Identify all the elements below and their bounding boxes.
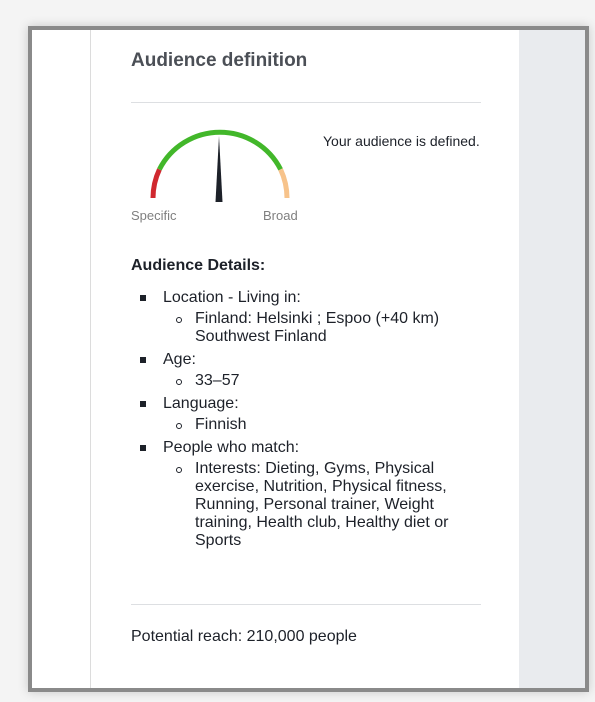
detail-location: Location - Living in: — [131, 288, 491, 308]
gauge-broad-segment — [278, 168, 290, 199]
gauge-label-broad: Broad — [263, 208, 298, 223]
gauge-specific-segment — [150, 168, 162, 199]
window-frame: Audience definition Specific Broad Your … — [28, 26, 589, 692]
gauge-label-specific: Specific — [131, 208, 177, 223]
detail-people-match: People who match: — [131, 438, 491, 458]
panel-title: Audience definition — [131, 50, 308, 71]
detail-age-value: 33–57 — [131, 372, 491, 390]
audience-status-text: Your audience is defined. — [323, 133, 480, 149]
right-sidebar — [515, 30, 585, 688]
audience-details-list: Location - Living in: Finland: Helsinki … — [131, 288, 491, 554]
detail-interests-value: Interests: Dieting, Gyms, Physical exerc… — [131, 460, 491, 550]
detail-language-value: Finnish — [131, 416, 491, 434]
detail-location-value: Finland: Helsinki ; Espoo (+40 km) South… — [131, 310, 491, 346]
left-sidebar — [32, 30, 91, 688]
title-divider — [131, 102, 481, 103]
potential-reach-text: Potential reach: 210,000 people — [131, 628, 357, 645]
gauge-needle — [215, 136, 223, 202]
detail-language: Language: — [131, 394, 491, 414]
audience-definition-panel: Audience definition Specific Broad Your … — [91, 30, 519, 688]
reach-divider — [131, 604, 481, 605]
audience-details-title: Audience Details: — [131, 257, 266, 274]
audience-gauge — [150, 129, 290, 202]
detail-age: Age: — [131, 350, 491, 370]
